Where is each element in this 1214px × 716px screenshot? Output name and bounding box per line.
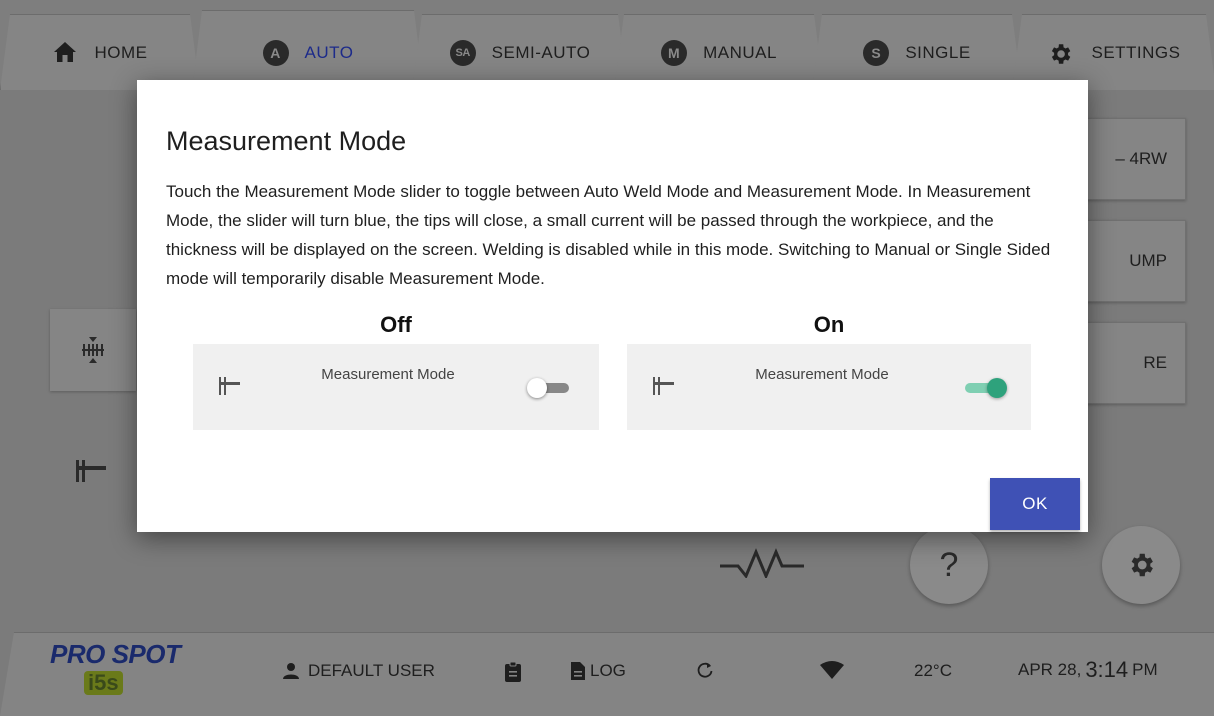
measurement-toggle-on xyxy=(965,378,1007,398)
ok-button[interactable]: OK xyxy=(990,478,1080,530)
on-example-label: Measurement Mode xyxy=(755,366,889,383)
toggle-knob xyxy=(527,378,547,398)
measurement-mode-dialog: Measurement Mode Touch the Measurement M… xyxy=(137,80,1088,532)
off-example-label: Measurement Mode xyxy=(321,366,455,383)
off-example-heading: Off xyxy=(193,312,599,344)
caliper-icon xyxy=(217,376,241,401)
on-example-heading: On xyxy=(627,312,1031,344)
toggle-knob xyxy=(987,378,1007,398)
off-example-panel: Measurement Mode xyxy=(193,344,599,430)
measurement-toggle-off xyxy=(527,378,569,398)
dialog-title: Measurement Mode xyxy=(166,126,407,156)
on-example-panel: Measurement Mode xyxy=(627,344,1031,430)
caliper-icon xyxy=(651,376,675,401)
dialog-body: Touch the Measurement Mode slider to tog… xyxy=(166,182,1051,288)
